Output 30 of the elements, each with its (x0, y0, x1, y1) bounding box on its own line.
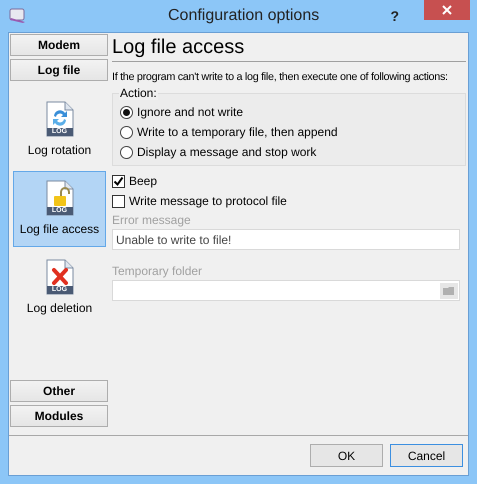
checkmark-icon (113, 176, 124, 187)
error-message-field[interactable]: Unable to write to file! (112, 229, 460, 250)
log-document-icon (44, 259, 74, 295)
dialog-button[interactable]: Cancel (390, 444, 463, 467)
category-button[interactable]: Log file (10, 59, 108, 81)
folder-field[interactable] (112, 280, 460, 302)
close-icon (442, 5, 452, 15)
log-document-icon (44, 180, 74, 216)
dialog-button[interactable]: OK (310, 444, 383, 467)
page-heading: Log file access (112, 33, 466, 62)
group-legend: Action: (119, 87, 158, 100)
close-button[interactable] (424, 0, 470, 20)
help-button[interactable]: ? (390, 6, 399, 26)
field-label: Error message (112, 213, 192, 228)
description-text: If the program can't write to a log file, then execute one of following actions: (112, 70, 448, 85)
category-button[interactable]: Other (10, 380, 108, 402)
log-document-icon (44, 101, 74, 137)
app-icon (9, 8, 27, 24)
checkbox-option[interactable]: Write message to protocol file (112, 191, 466, 212)
radio-circle[interactable] (120, 106, 133, 119)
category-button[interactable]: Modem (10, 34, 108, 56)
category-button[interactable]: Modules (10, 405, 108, 427)
window-title: Configuration options (168, 6, 320, 26)
radio-option[interactable]: Display a message and stop work (120, 142, 458, 162)
radio-option[interactable]: Write to a temporary file, then append (120, 122, 458, 142)
checkbox[interactable] (112, 194, 125, 208)
checkbox-option[interactable]: Beep (112, 171, 466, 192)
checkbox[interactable] (112, 174, 125, 188)
radio-option[interactable]: Ignore and not write (120, 102, 458, 122)
field-label: Temporary folder (112, 264, 204, 278)
